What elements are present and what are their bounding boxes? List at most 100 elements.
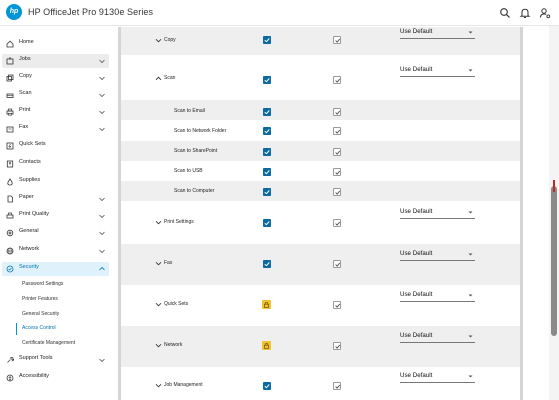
permission-dropdown[interactable]: Use Default [400,249,475,261]
sidebar-item-label: Network [19,246,40,252]
sidebar-item-contacts[interactable]: Contacts [2,157,109,171]
sidebar-item-supplies[interactable]: Supplies [2,175,109,189]
sidebar-item-print[interactable]: Print [2,105,109,119]
checkbox[interactable] [333,76,341,84]
sidebar-item-label: Quick Sets [19,141,46,147]
chevron-down-icon[interactable] [155,382,162,389]
row-label: Scan [164,75,176,81]
row-label: Copy [164,37,176,43]
checkbox[interactable] [333,260,341,268]
search-icon[interactable] [499,7,511,19]
permission-dropdown[interactable]: Use Default [400,65,475,77]
sidebar-item-general[interactable]: General [2,226,109,240]
sidebar-item-scan[interactable]: Scan [2,88,109,102]
network-icon [6,247,14,255]
lock-icon [262,300,271,309]
permission-dropdown[interactable]: Use Default [400,331,475,343]
checkbox[interactable] [333,36,341,44]
chevron-down-icon[interactable] [155,37,162,44]
dropdown-value: Use Default [400,250,433,257]
permission-dropdown[interactable]: Use Default [400,207,475,219]
copy-icon [6,74,14,82]
checkbox[interactable] [333,168,341,176]
sidebar-item-label: Supplies [19,177,41,183]
bell-icon[interactable] [519,7,531,19]
row-label: Scan to Computer [174,188,215,194]
sidebar-item-label: General [19,228,39,234]
scrollbar-thumb[interactable] [551,186,557,336]
subnav-access-control[interactable]: Access Control [16,323,106,335]
checkbox[interactable] [333,301,341,309]
sidebar-item-accessibility[interactable]: Accessibility [2,371,109,385]
chevron-down-icon [98,125,106,133]
chevron-down-icon[interactable] [155,260,162,267]
sidebar-item-jobs[interactable]: Jobs [2,54,109,68]
sidebar-item-support-tools[interactable]: Support Tools [2,353,109,367]
checkbox[interactable] [333,127,341,135]
subnav-label: Certificate Management [22,340,76,346]
page-scrollbar[interactable] [549,26,559,400]
quick-sets-icon [6,142,14,150]
checkbox[interactable] [263,219,271,227]
checkbox[interactable] [263,76,271,84]
sidebar-item-home[interactable]: Home [2,37,109,51]
chevron-down-icon[interactable] [155,219,162,226]
caret-down-icon [468,374,473,379]
paper-icon [6,195,14,203]
checkbox[interactable] [263,127,271,135]
checkbox[interactable] [263,382,271,390]
checkbox[interactable] [263,108,271,116]
chevron-down-icon [98,229,106,237]
checkbox[interactable] [333,188,341,196]
subnav-printer-features[interactable]: Printer Features [16,294,106,306]
fax-icon [6,125,14,133]
checkbox[interactable] [333,219,341,227]
table-row: Scan to Email [121,100,520,120]
sidebar-item-fax[interactable]: Fax [2,122,109,136]
chevron-down-icon [98,91,106,99]
checkbox[interactable] [333,342,341,350]
sidebar-item-security[interactable]: Security [2,262,109,276]
sidebar-item-copy[interactable]: Copy [2,71,109,85]
chevron-down-icon [98,212,106,220]
permission-dropdown[interactable]: Use Default [400,371,475,383]
general-icon [6,229,14,237]
hp-logo: hp [6,4,22,20]
row-label: Job Management [164,382,203,388]
sidebar-item-paper[interactable]: Paper [2,192,109,206]
subnav-password-settings[interactable]: Password Settings [16,279,106,291]
dropdown-value: Use Default [400,332,433,339]
table-row: Print Settings Use Default [121,201,520,244]
sidebar-item-print-quality[interactable]: Print Quality [2,209,109,223]
checkbox[interactable] [333,108,341,116]
checkbox[interactable] [333,382,341,390]
sidebar-item-label: Paper [19,194,34,200]
row-label: Scan to USB [174,168,203,174]
sidebar-item-network[interactable]: Network [2,244,109,258]
subnav-general-security[interactable]: General Security [16,309,106,321]
sidebar-item-label: Print [19,107,31,113]
subnav-certificate-management[interactable]: Certificate Management [16,338,106,350]
sidebar-item-label: Security [19,264,39,270]
checkbox[interactable] [263,36,271,44]
checkbox[interactable] [263,188,271,196]
chevron-down-icon[interactable] [155,342,162,349]
chevron-up-icon[interactable] [155,75,162,82]
permission-dropdown[interactable]: Use Default [400,27,475,39]
row-label: Scan to Email [174,108,205,114]
checkbox[interactable] [263,168,271,176]
row-label: Network [164,342,183,348]
table-row: Scan Use Default [121,55,520,100]
row-label: Fax [164,260,173,266]
caret-down-icon [468,210,473,215]
permission-dropdown[interactable]: Use Default [400,290,475,302]
subnav-label: Printer Features [22,296,58,302]
checkbox[interactable] [263,148,271,156]
contacts-icon [6,160,14,168]
checkbox[interactable] [333,148,341,156]
sidebar-item-quick-sets[interactable]: Quick Sets [2,139,109,153]
lock-icon [262,341,271,350]
user-settings-icon[interactable] [539,7,551,19]
chevron-down-icon[interactable] [155,301,162,308]
checkbox[interactable] [263,260,271,268]
